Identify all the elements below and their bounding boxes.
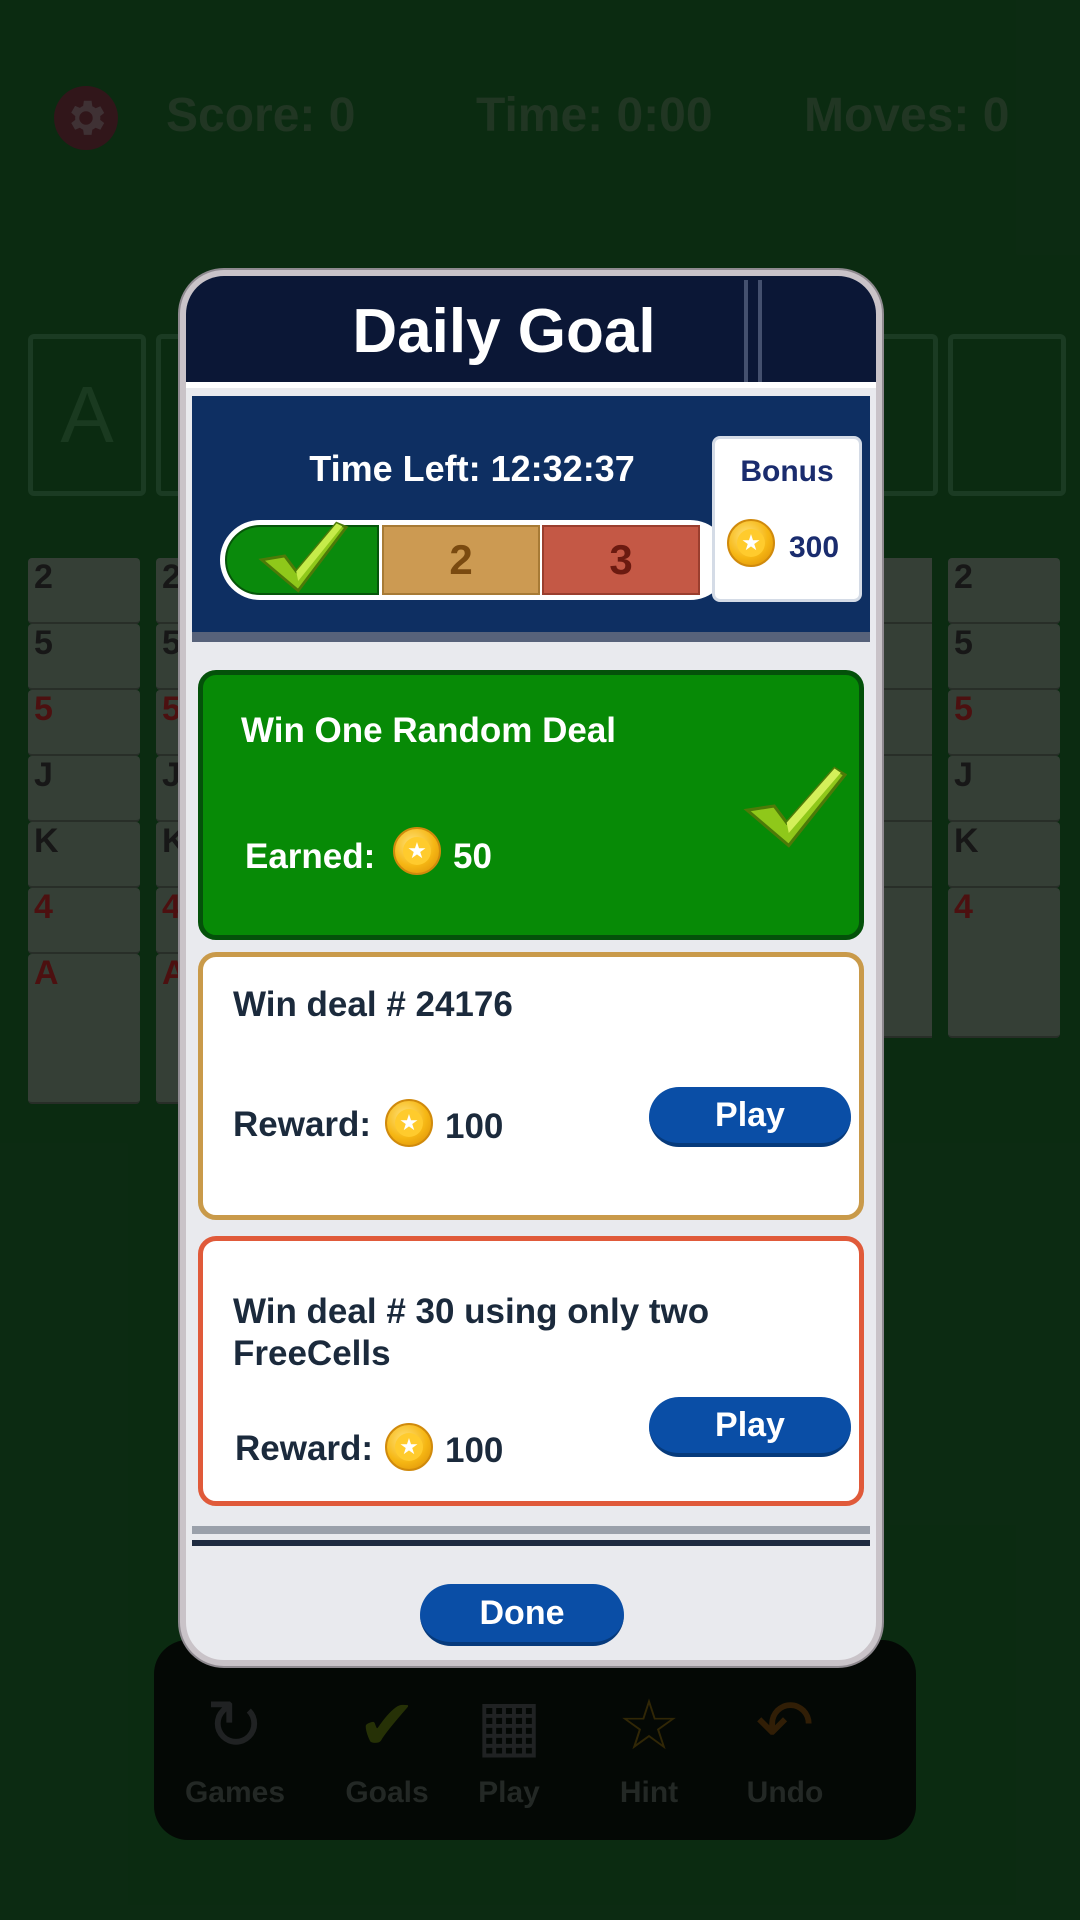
goal-reward-label: Reward: [235,1429,374,1468]
goal-card: Win deal # 30 using only two FreeCells R… [198,1236,864,1506]
goal-card-completed: Win One Random Deal Earned: ★ 50 [198,670,864,940]
modal-header: Daily Goal [186,276,876,388]
progress-panel: Time Left: 12:32:37 2 3 Bonus ★ 300 [192,396,870,642]
goal-title: Win deal # 30 using only two FreeCells [233,1292,710,1373]
bonus-amount: 300 [789,531,840,564]
checkmark-icon [743,766,847,848]
goal-progress-track: 2 3 [220,520,730,600]
progress-step-2: 2 [382,525,540,595]
goal-earned-label: Earned: [245,837,376,876]
checkmark-icon [258,521,349,593]
bonus-box: Bonus ★ 300 [712,436,862,602]
coin-icon: ★ [393,827,441,875]
time-left-label: Time Left: 12:32:37 [309,448,635,489]
play-button[interactable]: Play [649,1087,851,1147]
modal-title: Daily Goal [352,297,656,366]
daily-goal-modal: Daily Goal Time Left: 12:32:37 2 3 Bonus… [180,270,882,1666]
bonus-label: Bonus [740,455,834,488]
done-button[interactable]: Done [420,1584,624,1646]
goal-title: Win One Random Deal [241,711,617,750]
goal-earned-amount: 50 [453,837,492,876]
coin-icon: ★ [727,519,775,567]
play-button[interactable]: Play [649,1397,851,1457]
goal-reward-amount: 100 [445,1107,504,1146]
progress-step-3: 3 [542,525,700,595]
footer-divider [192,1526,870,1546]
goal-title: Win deal # 24176 [233,985,513,1024]
goal-card: Win deal # 24176 Reward: ★ 100 Play [198,952,864,1220]
goal-reward-label: Reward: [233,1105,372,1144]
coin-icon: ★ [385,1099,433,1147]
goal-reward-amount: 100 [445,1431,504,1470]
progress-step-1 [225,521,379,595]
coin-icon: ★ [385,1423,433,1471]
header-divider [744,280,762,382]
